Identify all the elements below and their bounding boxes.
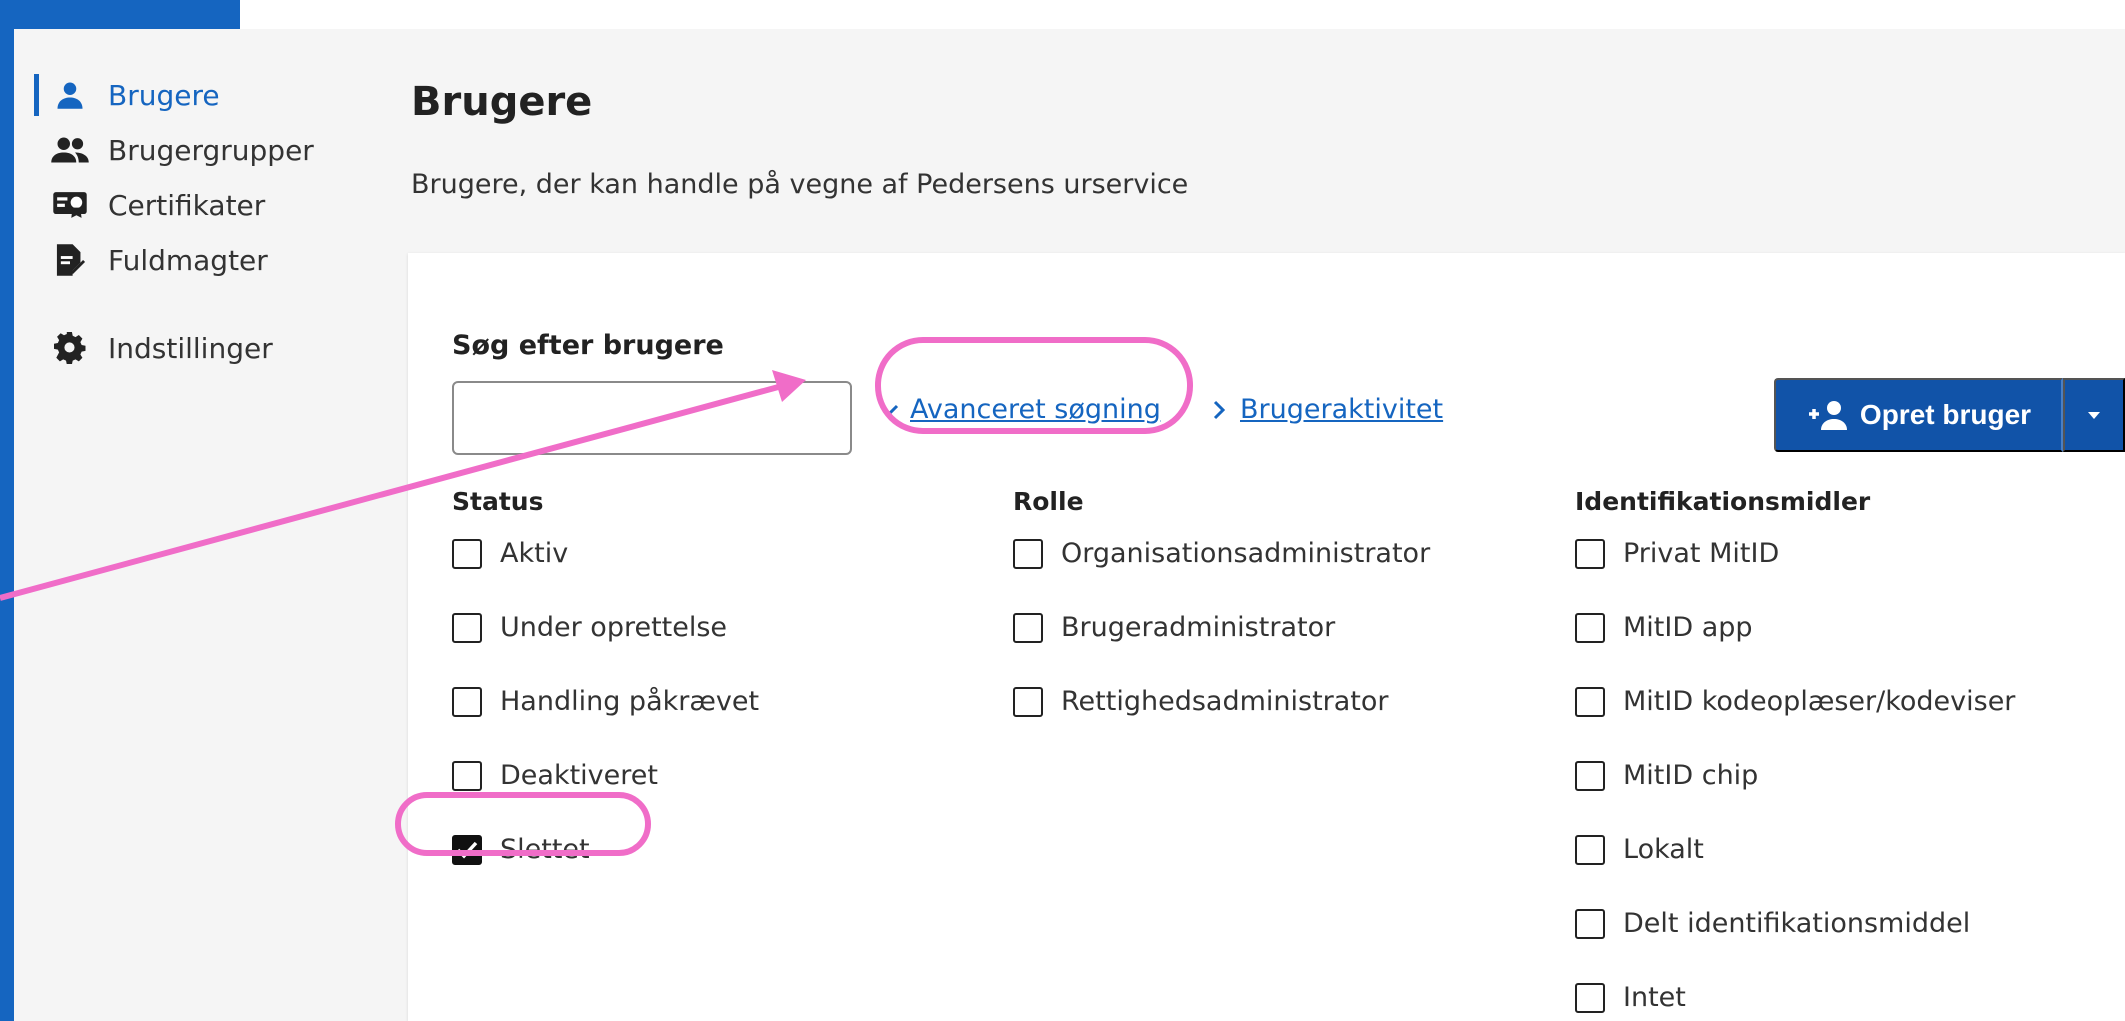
checkbox-label: Slettet bbox=[500, 834, 590, 865]
page-subtitle: Brugere, der kan handle på vegne af Pede… bbox=[411, 169, 1189, 200]
checkbox[interactable] bbox=[1575, 982, 1605, 1013]
checkbox[interactable] bbox=[1013, 538, 1043, 569]
checkbox[interactable] bbox=[452, 538, 482, 569]
ident-option[interactable]: Intet bbox=[1575, 982, 1686, 1013]
checkbox[interactable] bbox=[1013, 686, 1043, 717]
checkbox-label: Aktiv bbox=[500, 538, 569, 569]
status-option-slettet[interactable]: Slettet bbox=[452, 834, 590, 865]
sidebar-item-fuldmagter[interactable]: Fuldmagter bbox=[36, 236, 268, 284]
checkbox-label: MitID chip bbox=[1623, 760, 1759, 791]
status-option[interactable]: Aktiv bbox=[452, 538, 568, 569]
certificate-icon bbox=[50, 185, 90, 225]
checkbox-label: MitID app bbox=[1623, 612, 1753, 643]
user-activity-label: Brugeraktivitet bbox=[1240, 394, 1444, 425]
checkmark-icon bbox=[456, 841, 478, 859]
checkbox-label: Deaktiveret bbox=[500, 760, 658, 791]
checkbox[interactable] bbox=[452, 612, 482, 643]
sidebar-item-brugere[interactable]: Brugere bbox=[36, 71, 220, 119]
screenshot-frame: Brugere Brugergrupper Certifikater Fuldm… bbox=[0, 0, 2125, 1021]
checkbox[interactable] bbox=[1575, 686, 1605, 717]
ident-option[interactable]: Lokalt bbox=[1575, 834, 1704, 865]
search-label: Søg efter brugere bbox=[452, 330, 724, 361]
sidebar-item-label: Fuldmagter bbox=[108, 243, 268, 277]
page-title: Brugere bbox=[411, 79, 593, 125]
sidebar-item-certifikater[interactable]: Certifikater bbox=[36, 181, 265, 229]
top-left-header-block bbox=[0, 0, 240, 29]
rolle-option[interactable]: Rettighedsadministrator bbox=[1013, 686, 1389, 717]
ident-option[interactable]: MitID chip bbox=[1575, 760, 1758, 791]
identification-heading: Identifikationsmidler bbox=[1575, 487, 1871, 516]
status-option[interactable]: Under oprettelse bbox=[452, 612, 727, 643]
checkbox[interactable] bbox=[1575, 760, 1605, 791]
add-user-icon bbox=[1806, 399, 1850, 431]
checkbox-label: Intet bbox=[1623, 982, 1686, 1013]
app-area: Brugere Brugergrupper Certifikater Fuldm… bbox=[14, 29, 2125, 1021]
ident-option[interactable]: Delt identifikationsmiddel bbox=[1575, 908, 1970, 939]
checkbox-label: Lokalt bbox=[1623, 834, 1704, 865]
left-edge-bar bbox=[0, 0, 14, 1021]
sidebar-item-brugergrupper[interactable]: Brugergrupper bbox=[36, 126, 314, 174]
status-heading: Status bbox=[452, 487, 544, 516]
create-user-dropdown-button[interactable] bbox=[2063, 378, 2125, 452]
chevron-down-icon bbox=[876, 397, 902, 423]
checkbox-label: Brugeradministrator bbox=[1061, 612, 1336, 643]
rolle-option[interactable]: Brugeradministrator bbox=[1013, 612, 1335, 643]
ident-option[interactable]: Privat MitID bbox=[1575, 538, 1779, 569]
sidebar-item-indstillinger[interactable]: Indstillinger bbox=[36, 324, 273, 372]
checkbox-checked[interactable] bbox=[452, 834, 482, 865]
checkbox[interactable] bbox=[1575, 908, 1605, 939]
sidebar-item-label: Brugere bbox=[108, 78, 220, 112]
rolle-heading: Rolle bbox=[1013, 487, 1084, 516]
ident-option[interactable]: MitID app bbox=[1575, 612, 1753, 643]
sidebar-item-label: Certifikater bbox=[108, 188, 266, 222]
sidebar: Brugere Brugergrupper Certifikater Fuldm… bbox=[14, 29, 404, 1021]
user-icon bbox=[50, 75, 90, 115]
checkbox[interactable] bbox=[452, 760, 482, 791]
user-activity-link[interactable]: Brugeraktivitet bbox=[1206, 394, 1443, 425]
checkbox-label: Privat MitID bbox=[1623, 538, 1780, 569]
status-option[interactable]: Handling påkrævet bbox=[452, 686, 759, 717]
ident-option[interactable]: MitID kodeoplæser/kodeviser bbox=[1575, 686, 2015, 717]
users-icon bbox=[50, 130, 90, 170]
advanced-search-label: Avanceret søgning bbox=[910, 394, 1161, 425]
checkbox[interactable] bbox=[1013, 612, 1043, 643]
search-card: Søg efter brugere Avanceret søgning Brug… bbox=[408, 253, 2125, 1021]
checkbox-label: Organisationsadministrator bbox=[1061, 538, 1431, 569]
document-sign-icon bbox=[50, 240, 90, 280]
advanced-search-link[interactable]: Avanceret søgning bbox=[876, 394, 1161, 425]
gear-icon bbox=[50, 328, 90, 368]
checkbox-label: MitID kodeoplæser/kodeviser bbox=[1623, 686, 2016, 717]
checkbox-label: Rettighedsadministrator bbox=[1061, 686, 1389, 717]
checkbox-label: Delt identifikationsmiddel bbox=[1623, 908, 1971, 939]
chevron-right-icon bbox=[1206, 397, 1232, 423]
checkbox[interactable] bbox=[1575, 538, 1605, 569]
caret-down-icon bbox=[2087, 408, 2101, 423]
sidebar-item-label: Brugergrupper bbox=[108, 133, 314, 167]
checkbox[interactable] bbox=[1575, 612, 1605, 643]
sidebar-item-label: Indstillinger bbox=[108, 331, 273, 365]
checkbox[interactable] bbox=[452, 686, 482, 717]
status-option[interactable]: Deaktiveret bbox=[452, 760, 658, 791]
create-user-button[interactable]: Opret bruger bbox=[1774, 378, 2063, 452]
checkbox-label: Handling påkrævet bbox=[500, 686, 760, 717]
search-input[interactable] bbox=[452, 381, 852, 455]
create-user-label: Opret bruger bbox=[1859, 399, 2032, 430]
rolle-option[interactable]: Organisationsadministrator bbox=[1013, 538, 1430, 569]
checkbox[interactable] bbox=[1575, 834, 1605, 865]
checkbox-label: Under oprettelse bbox=[500, 612, 728, 643]
